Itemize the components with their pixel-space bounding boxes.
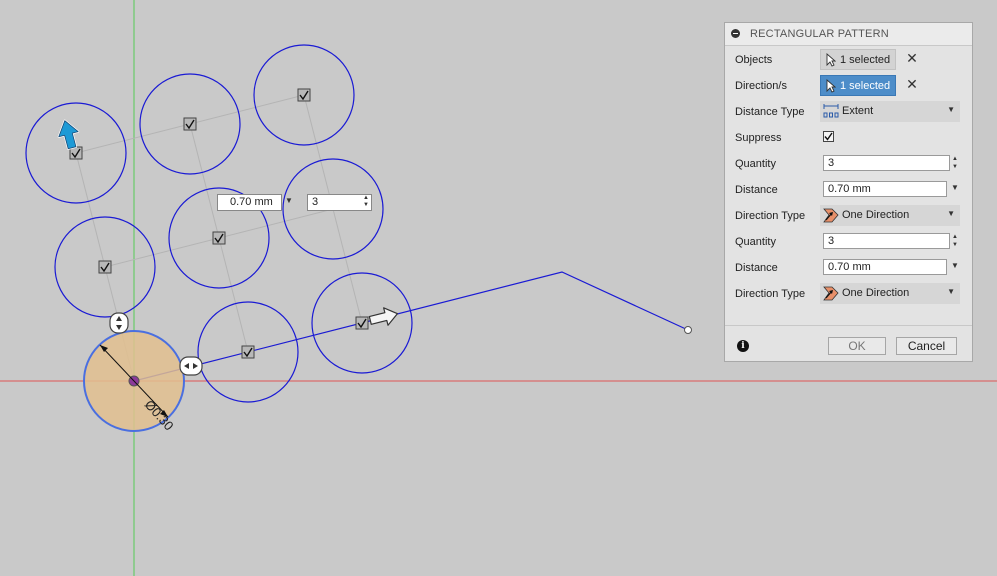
cancel-button[interactable]: Cancel [896,337,957,355]
distance-type-value: Extent [842,105,874,117]
objects-label: Objects [735,54,773,66]
chevron-down-icon[interactable]: ▼ [951,261,960,270]
quantity-2-value: 3 [828,235,835,247]
quantity-2-input[interactable]: 3 [823,233,950,249]
instance-checkbox[interactable] [355,316,369,330]
distance-handle[interactable] [179,356,203,376]
chevron-down-icon: ▼ [947,287,955,296]
suppress-row: Suppress [725,125,972,151]
objects-value: 1 selected [840,54,891,66]
distance-1-value: 0.70 mm [828,183,871,195]
instance-checkbox[interactable] [297,88,311,102]
quantity-2-row: Quantity 3 ▲ ▼ [725,229,972,255]
direction-type-2-dropdown[interactable]: One Direction ▼ [820,283,960,304]
canvas-distance-value: 0.70 mm [230,196,273,208]
quantity-2-label: Quantity [735,236,776,248]
canvas-quantity-input[interactable]: 3 ▲ ▼ [307,194,372,211]
suppress-label: Suppress [735,132,782,144]
quantity-1-row: Quantity 3 ▲ ▼ [725,151,972,177]
distance-2-value: 0.70 mm [828,261,871,273]
distance-2-row: Distance 0.70 mm ▼ [725,255,972,281]
direction-type-1-dropdown[interactable]: One Direction ▼ [820,205,960,226]
distance-1-row: Distance 0.70 mm ▼ [725,177,972,203]
chevron-down-icon[interactable]: ▼ [285,196,295,208]
rectangular-pattern-dialog: RECTANGULAR PATTERN Objects 1 selected ✕… [724,22,973,362]
quantity-1-input[interactable]: 3 [823,155,950,171]
directions-select-button[interactable]: 1 selected [820,75,896,96]
quantity-1-spinner[interactable]: ▲ ▼ [951,155,959,171]
one-direction-icon [823,208,839,223]
ok-button[interactable]: OK [828,337,886,355]
instance-checkbox[interactable] [241,345,255,359]
chevron-down-icon[interactable]: ▼ [951,183,960,192]
distance-1-label: Distance [735,184,778,196]
path-endpoint[interactable] [684,326,692,334]
distance-2-input[interactable]: 0.70 mm [823,259,947,275]
directions-row: Direction/s 1 selected ✕ [725,73,972,99]
objects-row: Objects 1 selected ✕ [725,47,972,73]
canvas-distance-input[interactable]: 0.70 mm [217,194,282,211]
info-icon[interactable]: i [737,340,749,352]
distance-type-dropdown[interactable]: Extent ▼ [820,101,960,122]
arrow-manipulator-icon[interactable] [368,305,400,329]
direction-type-1-label: Direction Type [735,210,806,222]
chevron-down-icon: ▼ [947,105,955,114]
arrow-manipulator-icon[interactable] [55,118,82,150]
directions-label: Direction/s [735,80,787,92]
close-icon[interactable]: ✕ [905,50,919,66]
distance-type-row: Distance Type Extent ▼ [725,99,972,125]
distance-2-label: Distance [735,262,778,274]
distance-handle[interactable] [109,312,129,334]
dialog-header[interactable]: RECTANGULAR PATTERN [725,23,972,46]
cursor-icon [826,79,836,93]
one-direction-icon [823,286,839,301]
direction-type-2-row: Direction Type One Direction ▼ [725,281,972,307]
directions-value: 1 selected [840,80,891,92]
quantity-spinner[interactable]: ▲ ▼ [362,195,370,210]
direction-type-2-label: Direction Type [735,288,806,300]
quantity-2-spinner[interactable]: ▲ ▼ [951,233,959,249]
suppress-checkbox[interactable] [823,131,834,142]
dialog-title: RECTANGULAR PATTERN [750,28,889,40]
dialog-footer: i OK Cancel [725,325,972,362]
cursor-icon [826,53,836,67]
quantity-1-value: 3 [828,157,835,169]
close-icon[interactable]: ✕ [905,76,919,92]
distance-1-input[interactable]: 0.70 mm [823,181,947,197]
direction-type-1-row: Direction Type One Direction ▼ [725,203,972,229]
direction-type-2-value: One Direction [842,287,910,299]
extent-icon [823,104,839,118]
canvas-quantity-value: 3 [312,196,319,208]
direction-type-1-value: One Direction [842,209,910,221]
chevron-down-icon: ▼ [947,209,955,218]
collapse-icon[interactable] [731,29,740,38]
objects-select-button[interactable]: 1 selected [820,49,896,70]
quantity-1-label: Quantity [735,158,776,170]
instance-checkbox[interactable] [98,260,112,274]
instance-checkbox[interactable] [183,117,197,131]
checkbox-icon [824,132,833,141]
instance-checkbox[interactable] [212,231,226,245]
distance-type-label: Distance Type [735,106,805,118]
